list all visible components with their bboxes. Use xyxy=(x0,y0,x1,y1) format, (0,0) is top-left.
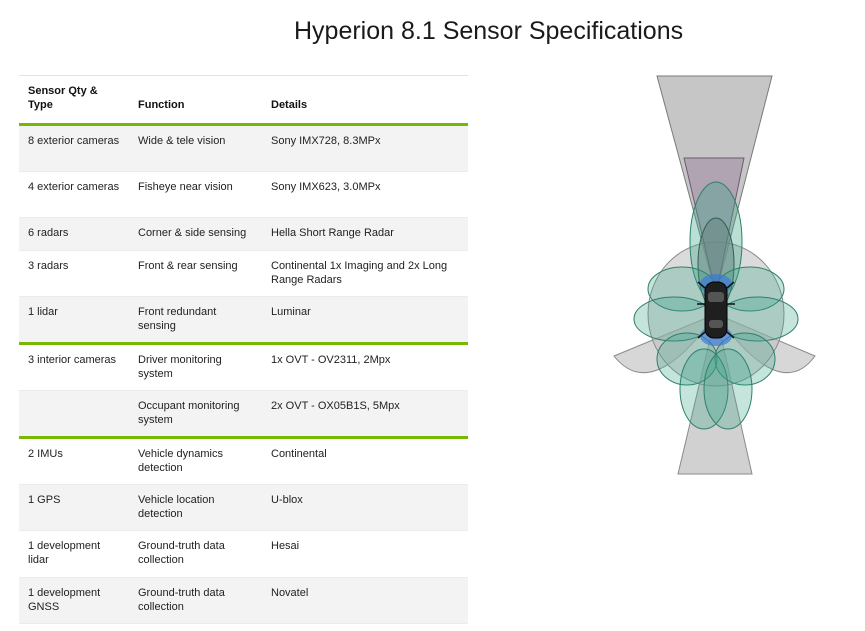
header-details: Details xyxy=(271,99,308,111)
table-row: 3 radars Front & rear sensing Continenta… xyxy=(19,250,468,297)
cell-function: Occupant monitoring system xyxy=(129,390,262,438)
cell-type xyxy=(19,390,129,438)
table-row: 4 exterior cameras Fisheye near vision S… xyxy=(19,171,468,218)
cell-function: Front & rear sensing xyxy=(129,250,262,297)
cell-details: Continental xyxy=(262,436,468,485)
vehicle-icon xyxy=(704,281,728,339)
table-row: 3 interior cameras Driver monitoring sys… xyxy=(19,342,468,391)
cell-function: Corner & side sensing xyxy=(129,217,262,251)
table-header-row: Sensor Qty & Type Function Details xyxy=(19,75,468,125)
cell-details: 1x OVT - OV2311, 2Mpx xyxy=(262,342,468,391)
table-row: 1 lidar Front redundant sensing Luminar xyxy=(19,296,468,344)
cell-details: Luminar xyxy=(262,296,468,344)
cell-type: 3 interior cameras xyxy=(19,342,129,391)
header-sensor-type: Sensor Qty & Type xyxy=(28,85,98,111)
cell-details: Sony IMX623, 3.0MPx xyxy=(262,171,468,218)
sensor-spec-table: Sensor Qty & Type Function Details 8 ext… xyxy=(19,75,468,624)
table-row: 1 development lidar Ground-truth data co… xyxy=(19,530,468,578)
cell-details: Sony IMX728, 8.3MPx xyxy=(262,124,468,172)
cell-details: Novatel xyxy=(262,577,468,624)
table-row: 8 exterior cameras Wide & tele vision So… xyxy=(19,124,468,172)
table-row: 1 GPS Vehicle location detection U-blox xyxy=(19,484,468,531)
cell-type: 8 exterior cameras xyxy=(19,124,129,172)
cell-type: 6 radars xyxy=(19,217,129,251)
rear-window xyxy=(709,320,723,328)
page-title: Hyperion 8.1 Sensor Specifications xyxy=(294,17,684,45)
cell-type: 1 lidar xyxy=(19,296,129,344)
cell-details: Hella Short Range Radar xyxy=(262,217,468,251)
sensor-coverage-diagram xyxy=(613,75,816,475)
cell-function: Ground-truth data collection xyxy=(129,530,262,578)
cell-function: Wide & tele vision xyxy=(129,124,262,172)
cell-function: Vehicle dynamics detection xyxy=(129,436,262,485)
cell-type: 1 development lidar xyxy=(19,530,129,578)
header-function: Function xyxy=(138,99,185,111)
cell-function: Driver monitoring system xyxy=(129,342,262,391)
cell-type: 4 exterior cameras xyxy=(19,171,129,218)
camera-coverage xyxy=(703,348,753,430)
table-row: Occupant monitoring system 2x OVT - OX05… xyxy=(19,390,468,438)
cell-function: Vehicle location detection xyxy=(129,484,262,531)
cell-details: U-blox xyxy=(262,484,468,531)
cell-type: 1 development GNSS xyxy=(19,577,129,624)
table-row: 6 radars Corner & side sensing Hella Sho… xyxy=(19,217,468,251)
cell-type: 1 GPS xyxy=(19,484,129,531)
cell-function: Fisheye near vision xyxy=(129,171,262,218)
cell-details: 2x OVT - OX05B1S, 5Mpx xyxy=(262,390,468,438)
cell-details: Hesai xyxy=(262,530,468,578)
cell-details: Continental 1x Imaging and 2x Long Range… xyxy=(262,250,468,297)
cell-type: 3 radars xyxy=(19,250,129,297)
windshield xyxy=(708,292,724,302)
cell-type: 2 IMUs xyxy=(19,436,129,485)
table-row: 2 IMUs Vehicle dynamics detection Contin… xyxy=(19,436,468,485)
cell-function: Front redundant sensing xyxy=(129,296,262,344)
table-row: 1 development GNSS Ground-truth data col… xyxy=(19,577,468,624)
cell-function: Ground-truth data collection xyxy=(129,577,262,624)
